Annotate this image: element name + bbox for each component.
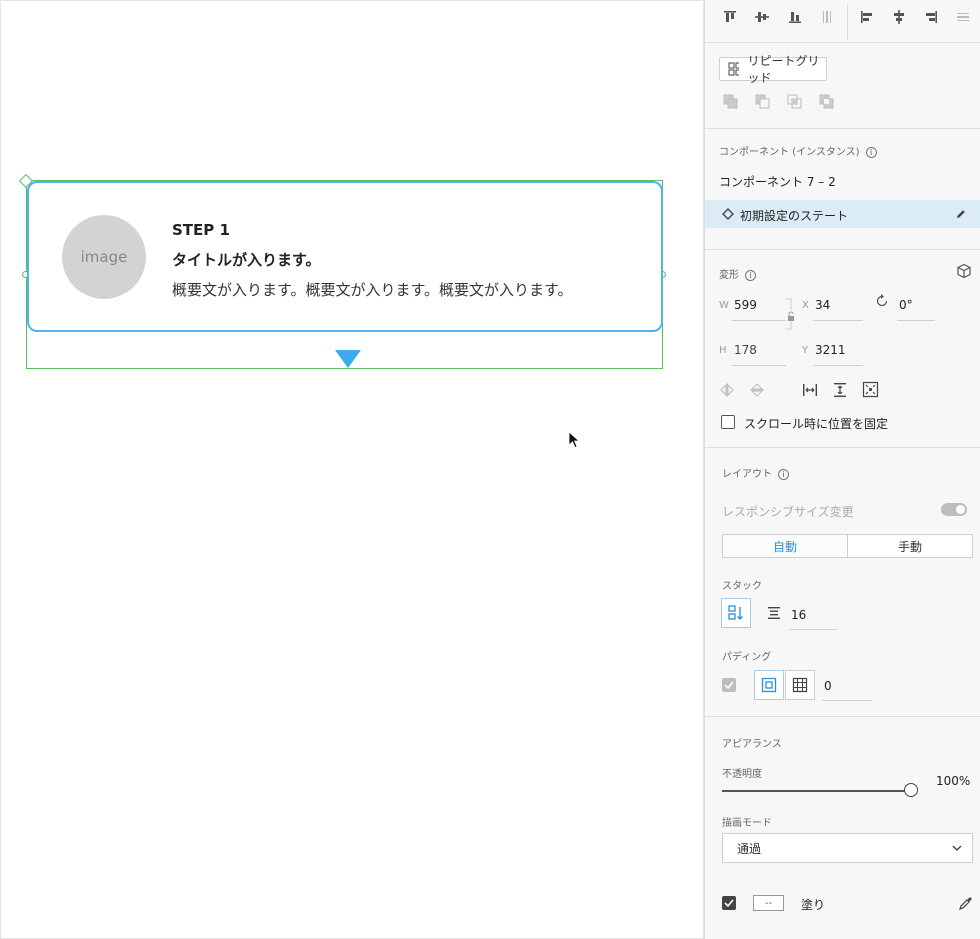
card-title: タイトルが入ります。 [172,251,321,269]
repeat-grid-label: リピートグリッド [747,54,820,85]
padding-individual-icon [792,677,808,693]
y-input[interactable]: 3211 [815,343,846,357]
grid-icon [728,62,740,76]
component-name: コンポーネント 7 – 2 [719,175,836,189]
distribute-horizontal-icon[interactable] [818,8,836,26]
artboard-canvas[interactable]: image STEP 1 タイトルが入ります。 概要文が入ります。概要文が入りま… [0,0,704,939]
subtract-icon[interactable] [754,93,772,111]
divider [705,128,980,129]
appearance-section-label: アピアランス [722,739,782,750]
blend-mode-value: 通過 [737,841,762,856]
step-label: STEP 1 [172,221,230,239]
component-state-row[interactable]: 初期設定のステート [705,200,980,228]
manual-option[interactable]: 手動 [848,535,972,557]
fit-height-icon[interactable] [832,382,848,398]
stack-vertical-button[interactable] [721,598,751,628]
toolbar-divider [847,4,848,40]
responsive-resize-toggle[interactable] [941,503,967,516]
property-inspector: リピートグリッド コンポーネント (インスタンス) i コンポーネント 7 – 2… [704,0,980,939]
height-input[interactable]: 178 [734,343,757,357]
responsive-resize-label: レスポンシブサイズ変更 [722,505,854,519]
eyedropper-icon[interactable] [958,895,974,911]
step-card-component[interactable]: image STEP 1 タイトルが入ります。 概要文が入ります。概要文が入りま… [27,181,663,332]
resize-mode-segmented-control[interactable]: 自動 手動 [722,534,973,558]
pencil-icon[interactable] [955,208,967,220]
diamond-state-icon [722,208,734,220]
auto-option[interactable]: 自動 [723,535,848,557]
stack-vertical-icon [728,605,743,620]
layout-section-label: レイアウト i [722,465,789,480]
fill-color-swatch[interactable]: -- [753,895,784,911]
chevron-down-icon [952,845,962,851]
stack-spacing-input[interactable]: 16 [791,608,806,622]
card-description: 概要文が入ります。概要文が入ります。概要文が入ります。 [172,281,573,299]
divider [705,716,980,717]
padding-input[interactable]: 0 [824,679,832,693]
rotation-input[interactable]: 0° [899,298,913,312]
component-section-label: コンポーネント (インスタンス) i [719,143,877,158]
x-input[interactable]: 34 [815,298,830,312]
padding-individual-button[interactable] [785,670,815,700]
info-icon[interactable]: i [865,146,877,158]
fit-width-icon[interactable] [802,382,818,398]
flip-horizontal-icon[interactable] [719,382,735,398]
align-left-icon[interactable] [858,8,876,26]
align-top-icon[interactable] [721,8,739,26]
distribute-vertical-icon[interactable] [954,8,972,26]
scroll-fix-label: スクロール時に位置を固定 [744,417,889,431]
x-label: X [802,300,809,311]
intersect-icon[interactable] [786,93,804,111]
align-middle-icon[interactable] [753,8,771,26]
lock-aspect-icon[interactable] [783,298,797,330]
padding-checkbox[interactable] [722,678,736,692]
fill-label: 塗り [801,898,826,912]
padding-uniform-icon [761,677,777,693]
y-label: Y [802,345,809,356]
padding-label: パディング [722,652,772,663]
blend-mode-label: 描画モード [722,818,772,829]
mouse-cursor-icon [568,431,581,449]
divider [705,447,980,448]
transform-section-label: 変形 i [719,266,756,281]
spacing-icon [768,607,780,619]
info-icon[interactable]: i [745,269,756,281]
width-label: W [719,300,729,311]
height-label: H [719,345,727,356]
rotate-icon [876,294,888,307]
opacity-slider-track[interactable] [722,790,906,792]
align-right-icon[interactable] [922,8,940,26]
divider [705,249,980,250]
fit-content-icon[interactable] [862,381,879,398]
padding-uniform-button[interactable] [754,670,784,700]
stack-label: スタック [722,581,762,592]
fill-checkbox[interactable] [722,896,736,910]
image-placeholder: image [62,215,146,299]
exclude-overlap-icon[interactable] [818,93,836,111]
flip-vertical-icon[interactable] [749,382,765,398]
3d-transform-icon[interactable] [956,263,972,279]
repeat-grid-button[interactable]: リピートグリッド [719,54,827,85]
info-icon[interactable]: i [778,468,789,480]
width-input[interactable]: 599 [734,298,757,312]
scroll-fix-checkbox[interactable] [721,415,735,429]
opacity-label: 不透明度 [722,769,762,780]
state-name: 初期設定のステート [740,209,849,223]
align-center-icon[interactable] [890,8,908,26]
down-arrow-triangle [335,350,361,368]
divider [705,42,980,43]
opacity-value[interactable]: 100% [936,774,970,788]
blend-mode-select[interactable]: 通過 [722,833,973,863]
align-bottom-icon[interactable] [786,8,804,26]
opacity-slider-knob[interactable] [904,783,918,797]
add-union-icon[interactable] [722,93,740,111]
